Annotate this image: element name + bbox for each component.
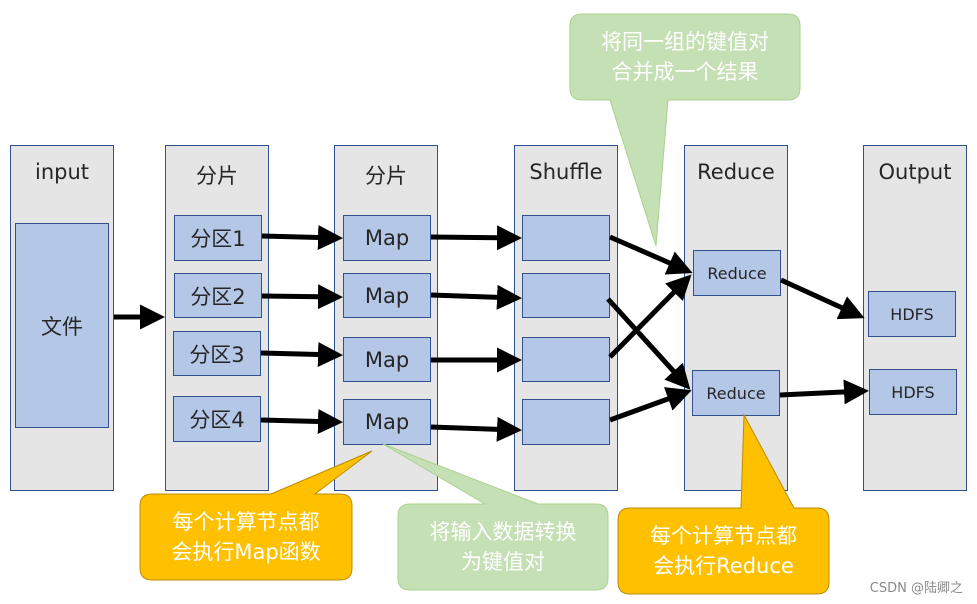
arrow-map1-to-shuffle1 (430, 225, 522, 251)
arrow-shuffle4-to-reduce2 (609, 387, 692, 423)
callout-shuffle-merge: 将同一组的键值对 合并成一个结果 (570, 14, 800, 100)
callout-line: 会执行Map函数 (171, 540, 321, 564)
arrow-reduce1-to-hdfs1 (779, 277, 865, 320)
arrow-map4-to-shuffle4 (430, 416, 522, 442)
callout-line: 会执行Reduce (653, 554, 794, 578)
callout-line: 每个计算节点都 (650, 524, 797, 548)
arrow-shuffle2-to-reduce2 (606, 297, 691, 390)
arrow-partition1-to-map1 (261, 224, 343, 250)
callout-map-exec: 每个计算节点都 会执行Map函数 (140, 494, 352, 580)
watermark: CSDN @陆卿之 (869, 581, 963, 596)
callout-reduce-exec: 每个计算节点都 会执行Reduce (618, 508, 829, 594)
callout-line: 为键值对 (461, 550, 545, 574)
arrow-shuffle1-to-reduce1 (609, 234, 693, 275)
callout-line: 每个计算节点都 (172, 510, 320, 534)
callout-line: 将同一组的键值对 (601, 30, 769, 54)
arrow-partition4-to-map4 (260, 408, 343, 434)
callout-line: 将输入数据转换 (429, 520, 577, 544)
arrow-partition3-to-map3 (260, 341, 343, 367)
callout-line: 合并成一个结果 (611, 60, 759, 84)
arrow-partition2-to-map2 (261, 284, 343, 310)
callout-map-kv: 将输入数据转换 为键值对 (398, 504, 608, 590)
arrow-reduce2-to-hdfs2 (779, 379, 869, 405)
arrow-map2-to-shuffle2 (430, 284, 522, 310)
